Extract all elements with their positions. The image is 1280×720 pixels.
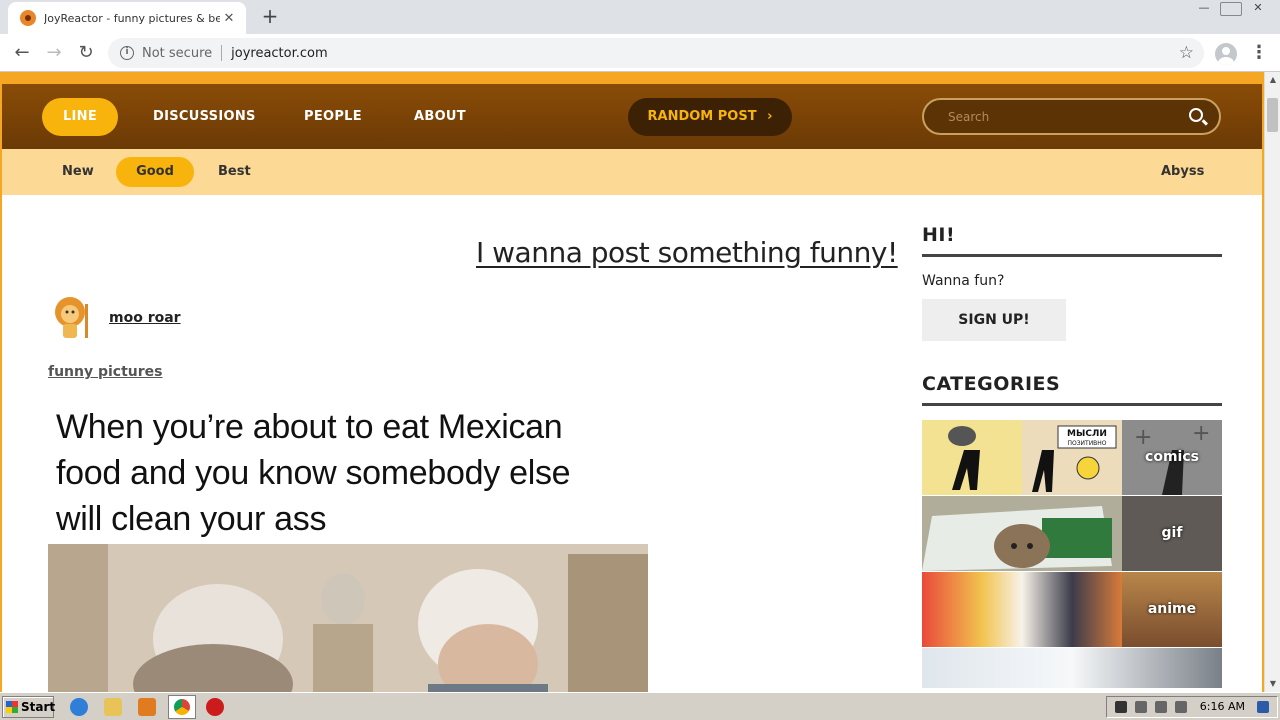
reload-icon[interactable]: ↻ [74, 41, 98, 65]
flag-icon[interactable] [1175, 701, 1187, 713]
comics-thumb-1 [922, 420, 1022, 495]
meme-caption-line: will clean your ass [56, 500, 327, 538]
system-tray: 6:16 AM [1106, 696, 1278, 718]
lion-avatar-icon [55, 297, 88, 338]
forward-arrow-icon[interactable]: → [42, 41, 66, 65]
joyreactor-site: LINE DISCUSSIONS PEOPLE ABOUT RANDOM POS… [2, 84, 1262, 692]
category-gif[interactable]: gif [922, 496, 1222, 571]
category-anime[interactable]: anime [922, 572, 1222, 647]
scroll-thumb[interactable] [1267, 98, 1278, 132]
random-post-button[interactable]: RANDOM POST › [628, 98, 792, 136]
nav-line-button[interactable]: LINE [42, 98, 118, 136]
meme-caption-line: food and you know somebody else [56, 454, 571, 492]
categories-list: МЫСЛИ ПОЗИТИВНО + + comics gif anime [922, 420, 1222, 688]
bookmark-star-icon[interactable]: ☆ [1179, 43, 1194, 63]
info-icon[interactable]: i [120, 46, 134, 60]
author-name-link[interactable]: moo roar [109, 310, 181, 326]
sign-up-button[interactable]: SIGN UP! [922, 299, 1066, 341]
category-label: gif [1161, 525, 1183, 541]
back-arrow-icon[interactable]: ← [10, 41, 34, 65]
browser-tab-bar: JoyReactor - funny pictures & best j ✕ +… [0, 0, 1280, 34]
sidebar: HI! Wanna fun? SIGN UP! CATEGORIES МЫСЛИ… [922, 224, 1222, 689]
sub-navigation: New Good Best Abyss [2, 149, 1262, 195]
hi-heading: HI! [922, 224, 1222, 257]
post-image[interactable]: When you’re about to eat Mexican food an… [48, 404, 648, 692]
meme-caption-line: When you’re about to eat Mexican [56, 408, 563, 446]
anime-thumb [922, 572, 1122, 647]
chrome-taskbar-button[interactable] [168, 695, 196, 719]
meme-caption: When you’re about to eat Mexican food an… [56, 404, 648, 542]
category-label: comics [1145, 449, 1199, 465]
nav-discussions-link[interactable]: DISCUSSIONS [153, 98, 256, 136]
author-avatar[interactable] [48, 294, 96, 342]
search-icon[interactable] [1189, 108, 1203, 122]
network-icon[interactable] [1155, 701, 1167, 713]
svg-text:ПОЗИТИВНО: ПОЗИТИВНО [1067, 440, 1106, 447]
browser-toolbar: ← → ↻ i Not secure joyreactor.com ☆ ⋮ [0, 34, 1280, 72]
clock: 6:16 AM [1199, 700, 1245, 713]
next-category-thumb [922, 648, 1222, 688]
volume-icon[interactable] [1135, 701, 1147, 713]
tab-close-icon[interactable]: ✕ [220, 11, 238, 26]
start-button[interactable]: Start [2, 696, 55, 718]
address-separator [221, 45, 223, 61]
media-player-icon[interactable] [138, 698, 156, 716]
meme-photo [48, 544, 648, 692]
tab-title: JoyReactor - funny pictures & best j [44, 11, 220, 25]
nav-about-link[interactable]: ABOUT [414, 98, 466, 136]
address-bar[interactable]: i Not secure joyreactor.com ☆ [108, 38, 1204, 68]
file-explorer-icon[interactable] [104, 698, 122, 716]
scroll-down-arrow-icon[interactable]: ▼ [1265, 676, 1280, 692]
subnav-abyss-link[interactable]: Abyss [1161, 157, 1204, 187]
comics-thumb-text: МЫСЛИ [1067, 429, 1107, 439]
opera-icon[interactable] [206, 698, 224, 716]
joyreactor-favicon-icon [20, 10, 36, 26]
subnav-good-button[interactable]: Good [116, 157, 194, 187]
internet-explorer-icon[interactable] [70, 698, 88, 716]
category-next[interactable] [922, 648, 1222, 688]
chrome-icon [174, 699, 190, 715]
search-box [922, 98, 1221, 135]
windows-taskbar: Start 6:16 AM [0, 692, 1280, 720]
categories-heading: CATEGORIES [922, 373, 1222, 406]
elderly-people-photo [48, 544, 648, 692]
window-close-icon[interactable]: ✕ [1244, 0, 1272, 18]
restore-icon[interactable] [1220, 2, 1242, 16]
category-comics[interactable]: МЫСЛИ ПОЗИТИВНО + + comics [922, 420, 1222, 495]
category-label: anime [1147, 601, 1197, 617]
chevron-right-icon: › [767, 109, 773, 124]
main-navigation: LINE DISCUSSIONS PEOPLE ABOUT RANDOM POS… [2, 84, 1262, 149]
browser-tab[interactable]: JoyReactor - funny pictures & best j ✕ [8, 2, 246, 34]
security-label: Not secure [142, 45, 213, 61]
url-text[interactable]: joyreactor.com [231, 46, 328, 61]
comics-thumb-2: МЫСЛИ ПОЗИТИВНО [1022, 420, 1122, 495]
tray-arrow-icon[interactable] [1115, 701, 1127, 713]
browser-menu-icon[interactable]: ⋮ [1250, 42, 1268, 66]
show-desktop-icon[interactable] [1257, 701, 1269, 713]
greeting-text: Wanna fun? [922, 273, 1005, 289]
minimize-icon[interactable]: — [1190, 0, 1218, 18]
scroll-up-arrow-icon[interactable]: ▲ [1265, 72, 1280, 88]
subnav-best-link[interactable]: Best [218, 157, 251, 187]
profile-avatar-icon[interactable] [1215, 43, 1237, 65]
gif-thumb [922, 496, 1122, 571]
subnav-new-link[interactable]: New [62, 157, 94, 187]
random-post-label: RANDOM POST [647, 109, 757, 124]
new-tab-button[interactable]: + [258, 4, 282, 28]
search-input[interactable] [948, 108, 1168, 126]
post-tag-link[interactable]: funny pictures [48, 364, 163, 380]
page-scrollbar[interactable]: ▲ ▼ [1264, 72, 1280, 692]
nav-people-link[interactable]: PEOPLE [304, 98, 362, 136]
window-controls: — ✕ [1188, 0, 1272, 18]
post-something-link[interactable]: I wanna post something funny! [476, 236, 898, 269]
page-viewport: LINE DISCUSSIONS PEOPLE ABOUT RANDOM POS… [0, 72, 1264, 692]
